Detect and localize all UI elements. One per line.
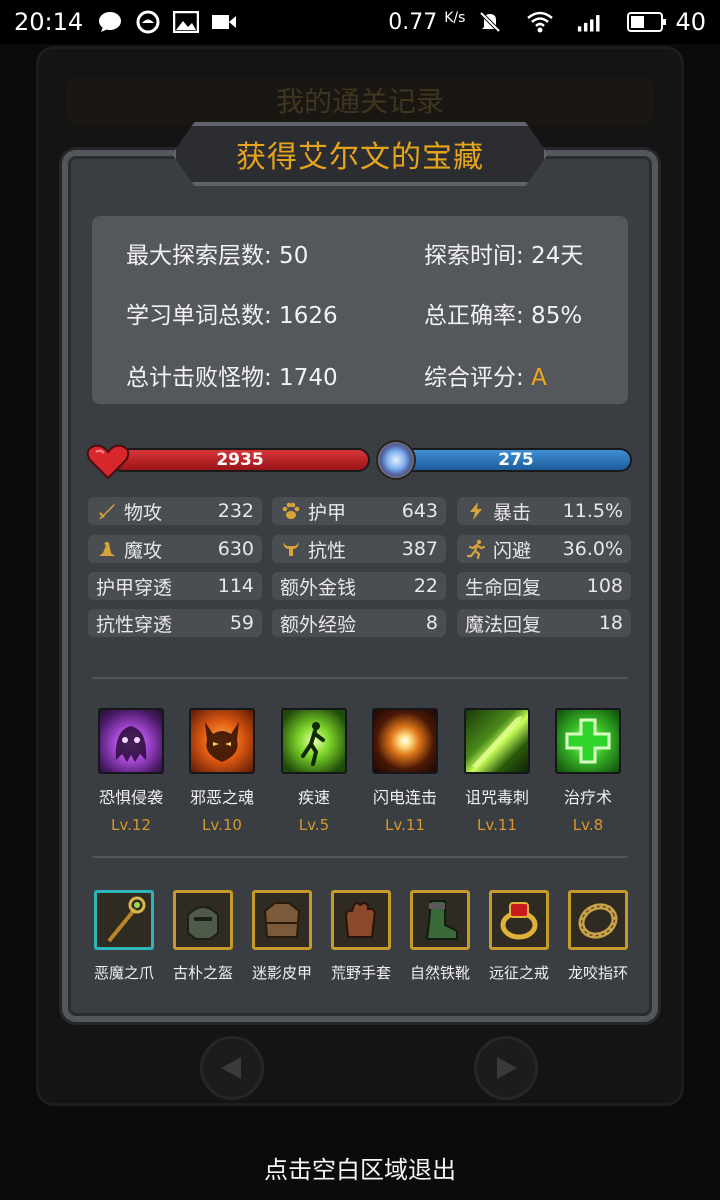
equip-wild-gloves[interactable]: 荒野手套 <box>322 890 400 983</box>
panel-title: 获得艾尔文的宝藏 <box>236 140 484 175</box>
lightning-strike-icon <box>372 708 438 774</box>
skill-haste[interactable]: 疾速 Lv.5 <box>273 708 355 834</box>
wifi-icon <box>527 10 554 34</box>
heart-icon <box>86 444 130 480</box>
stat-crit: 暴击 11.5% <box>457 497 631 525</box>
monsters-defeated: 总计击败怪物: 1740 <box>126 365 338 391</box>
max-floor: 最大探索层数: 50 <box>126 243 309 269</box>
dragon-ring-icon <box>568 890 628 950</box>
running-icon <box>465 538 487 560</box>
stat-resist-penetration: 抗性穿透 59 <box>88 609 262 637</box>
wizard-hat-icon <box>96 538 118 560</box>
stat-armor: 护甲 643 <box>272 497 446 525</box>
equip-shadow-leather[interactable]: 迷影皮甲 <box>243 890 321 983</box>
hp-bar: 2935 <box>110 448 370 472</box>
sword-icon <box>96 500 118 522</box>
background-title: 我的通关记录 <box>66 78 654 126</box>
stat-physical-attack: 物攻 232 <box>88 497 262 525</box>
stat-armor-penetration: 护甲穿透 114 <box>88 572 262 600</box>
stat-extra-exp: 额外经验 8 <box>272 609 446 637</box>
exit-hint[interactable]: 点击空白区域退出 <box>0 1150 720 1185</box>
battery-level: 40 <box>675 8 706 36</box>
stat-extra-gold: 额外金钱 22 <box>272 572 446 600</box>
status-bar: 20:14 0.77 K/s 40 <box>0 0 720 44</box>
stat-resistance: 抗性 387 <box>272 535 446 563</box>
circle-app-icon <box>135 10 161 34</box>
stat-magic-attack: 魔攻 630 <box>88 535 262 563</box>
next-button[interactable] <box>474 1036 538 1100</box>
mute-icon <box>477 10 503 34</box>
helmet-icon <box>173 890 233 950</box>
network-speed: 0.77 K/s <box>388 9 466 35</box>
divider-bottom <box>92 856 628 858</box>
gloves-icon <box>331 890 391 950</box>
fear-ghost-icon <box>98 708 164 774</box>
mp-bar: 275 <box>400 448 632 472</box>
equip-nature-boots[interactable]: 自然铁靴 <box>401 890 479 983</box>
skill-curse-thorn[interactable]: 诅咒毒刺 Lv.11 <box>456 708 538 834</box>
equip-demon-claw[interactable]: 恶魔之爪 <box>85 890 163 983</box>
stat-dodge: 闪避 36.0% <box>457 535 631 563</box>
heal-cross-icon <box>555 708 621 774</box>
prev-button[interactable] <box>200 1036 264 1100</box>
lightning-icon <box>465 500 487 522</box>
rating-grade: A <box>531 365 547 391</box>
image-icon <box>173 10 200 34</box>
boots-icon <box>410 890 470 950</box>
haste-icon <box>281 708 347 774</box>
divider-top <box>92 677 628 679</box>
chat-bubble-icon <box>97 10 123 34</box>
ruby-ring-icon <box>489 890 549 950</box>
overall-rating: 综合评分: A <box>424 365 547 391</box>
battery-icon <box>627 12 667 32</box>
skill-fear[interactable]: 恐惧侵袭 Lv.12 <box>90 708 172 834</box>
explore-time: 探索时间: 24天 <box>424 243 584 269</box>
accuracy: 总正确率: 85% <box>424 303 583 329</box>
paw-icon <box>280 500 302 522</box>
horns-icon <box>280 538 302 560</box>
equip-dragon-bite-ring[interactable]: 龙咬指环 <box>559 890 637 983</box>
stat-hp-regen: 生命回复 108 <box>457 572 631 600</box>
equip-expedition-ring[interactable]: 远征之戒 <box>480 890 558 983</box>
stat-mp-regen: 魔法回复 18 <box>457 609 631 637</box>
total-words: 学习单词总数: 1626 <box>126 303 338 329</box>
leather-armor-icon <box>252 890 312 950</box>
video-icon <box>211 10 237 34</box>
signal-icon <box>577 10 603 34</box>
equip-ancient-helm[interactable]: 古朴之盔 <box>164 890 242 983</box>
arrow-right-icon <box>497 1057 517 1079</box>
status-right: 0.77 K/s 40 <box>388 8 706 36</box>
skill-heal[interactable]: 治疗术 Lv.8 <box>547 708 629 834</box>
staff-icon <box>94 890 154 950</box>
arrow-left-icon <box>221 1057 241 1079</box>
skill-lightning-combo[interactable]: 闪电连击 Lv.11 <box>364 708 446 834</box>
mana-orb-icon <box>376 440 416 480</box>
skill-evil-soul[interactable]: 邪恶之魂 Lv.10 <box>181 708 263 834</box>
status-time: 20:14 <box>14 8 84 36</box>
title-plate: 获得艾尔文的宝藏 <box>172 122 548 186</box>
summary-box: 最大探索层数: 50 探索时间: 24天 学习单词总数: 1626 总正确率: … <box>92 216 628 404</box>
mp-value: 275 <box>498 450 534 470</box>
poison-thorn-icon <box>464 708 530 774</box>
evil-soul-icon <box>189 708 255 774</box>
hp-value: 2935 <box>216 450 264 470</box>
